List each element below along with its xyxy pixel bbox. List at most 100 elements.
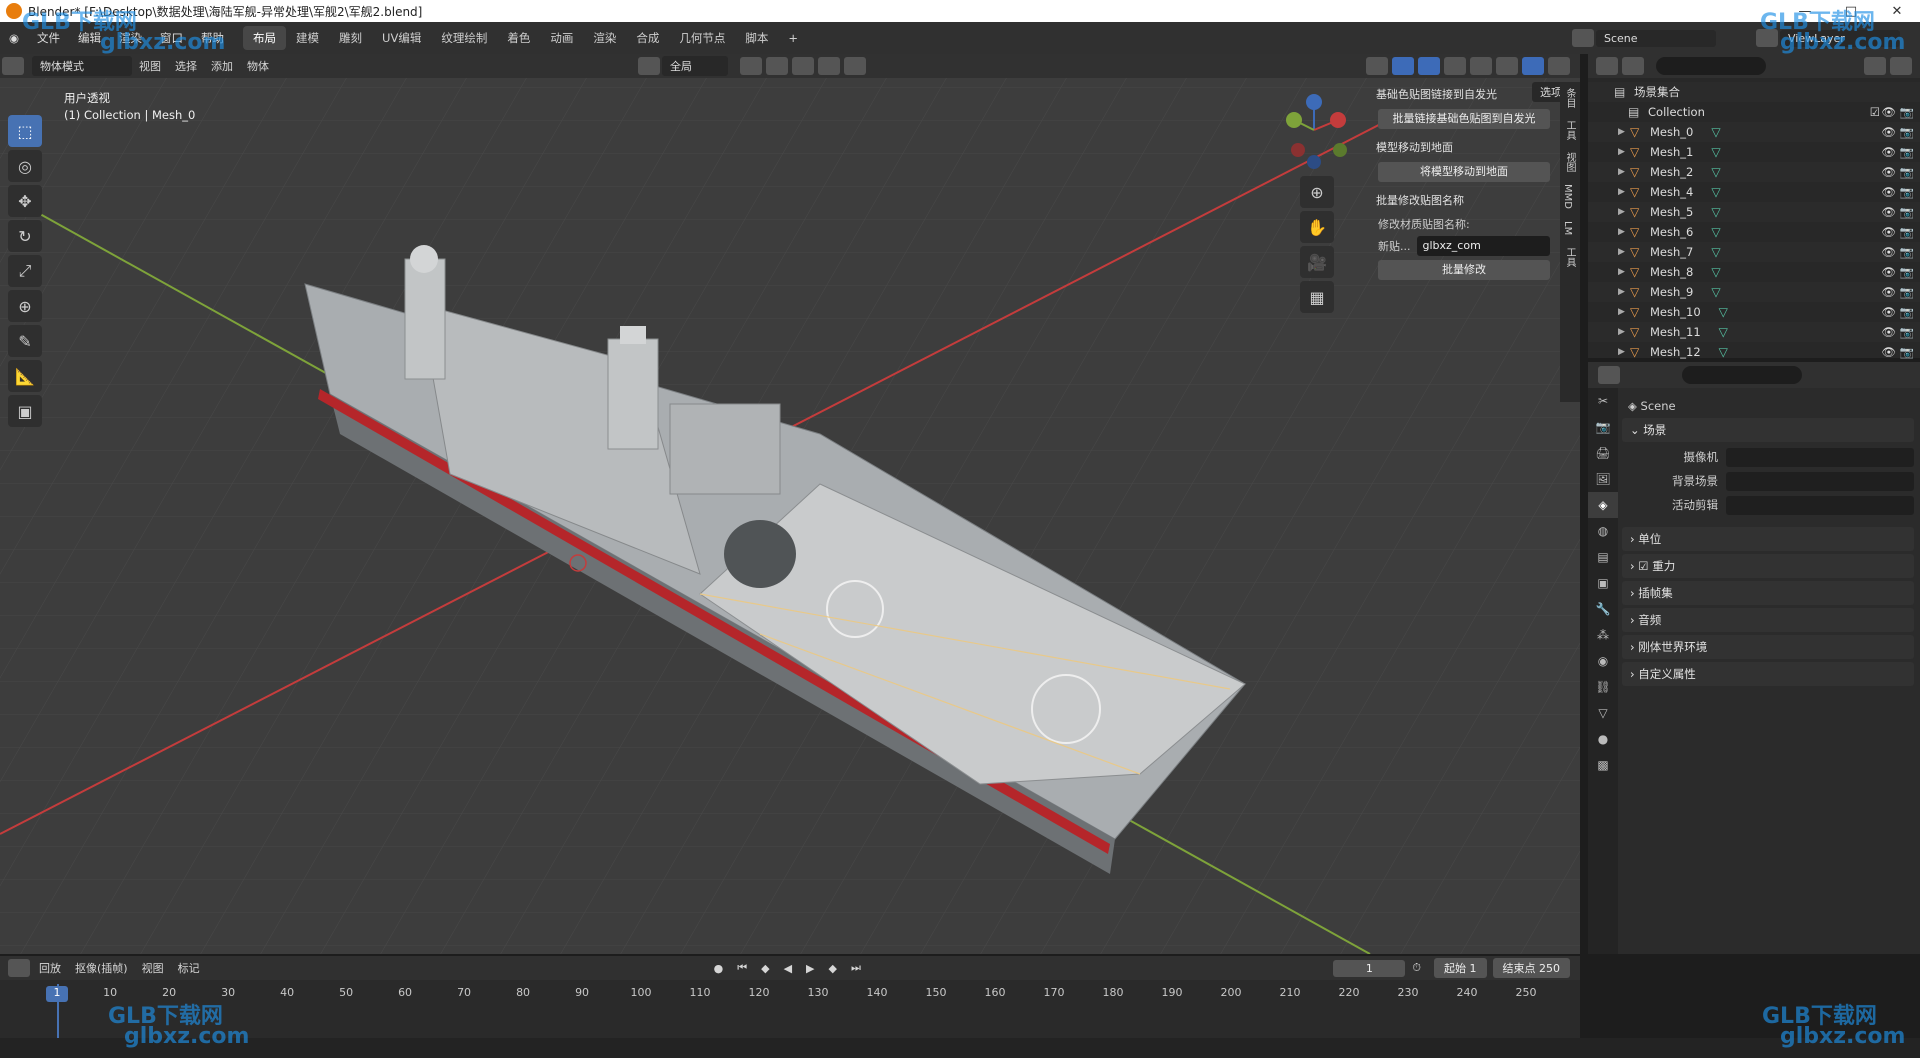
n-tab-mmd[interactable]: MMD [1560,178,1575,215]
texture-tab-icon[interactable]: ▩ [1588,752,1618,778]
outliner-item[interactable]: ▶ ▽ Mesh_8 ▽ 👁 📷 [1588,262,1920,282]
render-camera-icon[interactable]: 📷 [1900,265,1914,279]
render-camera-icon[interactable]: 📷 [1900,285,1914,299]
modifier-tab-icon[interactable]: 🔧 [1588,596,1618,622]
link-basecolor-emission-button[interactable]: 批量链接基础色贴图到自发光 [1378,109,1550,129]
axis-gizmo-icon[interactable] [1280,90,1352,170]
proportional-edit-icon[interactable] [818,57,840,75]
playhead-label[interactable]: 1 [46,986,68,1002]
tab-rendering[interactable]: 渲染 [583,26,626,50]
tab-compositing[interactable]: 合成 [626,26,669,50]
eye-icon[interactable]: 👁 [1881,345,1896,359]
menu-object[interactable]: 物体 [240,56,276,76]
expand-icon[interactable]: ▶ [1618,207,1630,217]
render-camera-icon[interactable]: 📷 [1900,145,1914,159]
timeline-editor-icon[interactable] [8,959,30,977]
eye-icon[interactable]: 👁 [1881,145,1896,159]
scene-selector[interactable]: Scene [1596,29,1716,47]
jump-end-icon[interactable]: ⏭ [844,959,868,977]
close-icon[interactable]: ✕ [1874,4,1920,19]
menu-view[interactable]: 视图 [132,56,168,76]
outliner-item[interactable]: ▶ ▽ Mesh_6 ▽ 👁 📷 [1588,222,1920,242]
transform-orientation-icon[interactable] [638,57,660,75]
record-icon[interactable]: ● [707,960,731,977]
outliner-editor-icon[interactable] [1596,57,1618,75]
units-section[interactable]: › 单位 [1622,527,1914,551]
scale-tool-icon[interactable]: ⤢ [8,255,42,287]
scene-icon[interactable] [1572,29,1594,47]
play-icon[interactable]: ▶ [799,960,821,977]
ortho-grid-icon[interactable]: ▦ [1300,281,1334,313]
snap-icon[interactable] [766,57,788,75]
render-camera-icon[interactable]: 📷 [1900,185,1914,199]
outliner-search-input[interactable] [1656,57,1766,75]
playback-menu[interactable]: 回放 [32,958,68,978]
shading-material-icon[interactable] [1522,57,1544,75]
timeline-ruler[interactable]: 1102030405060708090100110120130140150160… [0,984,1580,1004]
expand-icon[interactable]: ▶ [1618,307,1630,317]
n-tab-item[interactable]: 条目 [1560,82,1579,114]
new-collection-icon[interactable] [1890,57,1912,75]
play-reverse-icon[interactable]: ◀ [777,960,799,977]
np-section-rename-title[interactable]: 批量修改贴图名称 [1372,188,1556,212]
batch-rename-button[interactable]: 批量修改 [1378,260,1550,280]
mode-selector[interactable]: 物体模式 [32,56,132,76]
expand-icon[interactable]: ▶ [1618,127,1630,137]
cursor-tool-icon[interactable]: ◎ [8,150,42,182]
render-camera-icon[interactable]: 📷 [1900,205,1914,219]
overlay-toggle-icon[interactable] [1418,57,1440,75]
rotate-tool-icon[interactable]: ↻ [8,220,42,252]
eye-icon[interactable]: 👁 [1881,225,1896,239]
editor-type-icon[interactable] [2,57,24,75]
tab-layout[interactable]: 布局 [243,26,287,50]
expand-icon[interactable]: ▶ [1618,227,1630,237]
gravity-checkbox-icon[interactable]: ☑ [1638,559,1648,573]
np-section-ground-title[interactable]: 模型移动到地面 [1372,135,1556,159]
camera-input[interactable] [1726,447,1914,467]
tab-modeling[interactable]: 建模 [286,26,329,50]
add-workspace-icon[interactable]: + [778,27,808,49]
keying-menu[interactable]: 抠像(插帧) [68,958,135,978]
render-camera-icon[interactable]: 📷 [1900,225,1914,239]
scene-section-header[interactable]: ⌄ 场景 [1622,418,1914,442]
eye-icon[interactable]: 👁 [1881,165,1896,179]
current-frame-input[interactable]: 1 [1333,959,1406,977]
3d-viewport[interactable]: 物体模式 视图 选择 添加 物体 全局 选项 ⬚ ◎ ✥ ↻ ⤢ ⊕ ✎ 📐 ▣… [0,54,1580,954]
expand-icon[interactable]: ▶ [1618,247,1630,257]
data-tab-icon[interactable]: ▽ [1588,700,1618,726]
n-tab-view[interactable]: 视图 [1560,146,1579,178]
camera-view-icon[interactable]: 🎥 [1300,246,1334,278]
expand-icon[interactable]: ▶ [1618,327,1630,337]
scene-tab-icon[interactable]: ◈ [1588,492,1618,518]
pan-hand-icon[interactable]: ✋ [1300,211,1334,243]
start-frame-field[interactable]: 起始 1 [1434,958,1487,978]
expand-icon[interactable]: ▶ [1618,187,1630,197]
gravity-section[interactable]: › ☑ 重力 [1622,554,1914,578]
prev-keyframe-icon[interactable]: ◆ [754,960,776,977]
render-camera-icon[interactable]: 📷 [1900,305,1914,319]
move-tool-icon[interactable]: ✥ [8,185,42,217]
active-clip-input[interactable] [1726,495,1914,515]
annotate-tool-icon[interactable]: ✎ [8,325,42,357]
outliner-item[interactable]: ▶ ▽ Mesh_11 ▽ 👁 📷 [1588,322,1920,342]
expand-icon[interactable]: ▶ [1618,147,1630,157]
np-section-emission-title[interactable]: 基础色贴图链接到自发光 [1372,82,1556,106]
properties-editor-icon[interactable] [1598,366,1620,384]
checkbox-icon[interactable]: ☑ [1870,105,1880,119]
eye-icon[interactable]: 👁 [1881,325,1896,339]
object-tab-icon[interactable]: ▣ [1588,570,1618,596]
tab-uv-editing[interactable]: UV编辑 [372,26,431,50]
move-to-ground-button[interactable]: 将模型移动到地面 [1378,162,1550,182]
render-camera-icon[interactable]: 📷 [1900,125,1914,139]
keying-sets-section[interactable]: › 插帧集 [1622,581,1914,605]
n-tab-tools[interactable]: 工具 [1560,241,1579,273]
menu-add[interactable]: 添加 [204,56,240,76]
gizmo-toggle-icon[interactable] [1392,57,1414,75]
outliner-item[interactable]: ▶ ▽ Mesh_12 ▽ 👁 📷 [1588,342,1920,362]
zoom-icon[interactable]: ⊕ [1300,176,1334,208]
outliner-item[interactable]: ▶ ▽ Mesh_10 ▽ 👁 📷 [1588,302,1920,322]
eye-icon[interactable]: 👁 [1881,285,1896,299]
snap-target-icon[interactable] [792,57,814,75]
render-camera-icon[interactable]: 📷 [1900,165,1914,179]
menu-select[interactable]: 选择 [168,56,204,76]
